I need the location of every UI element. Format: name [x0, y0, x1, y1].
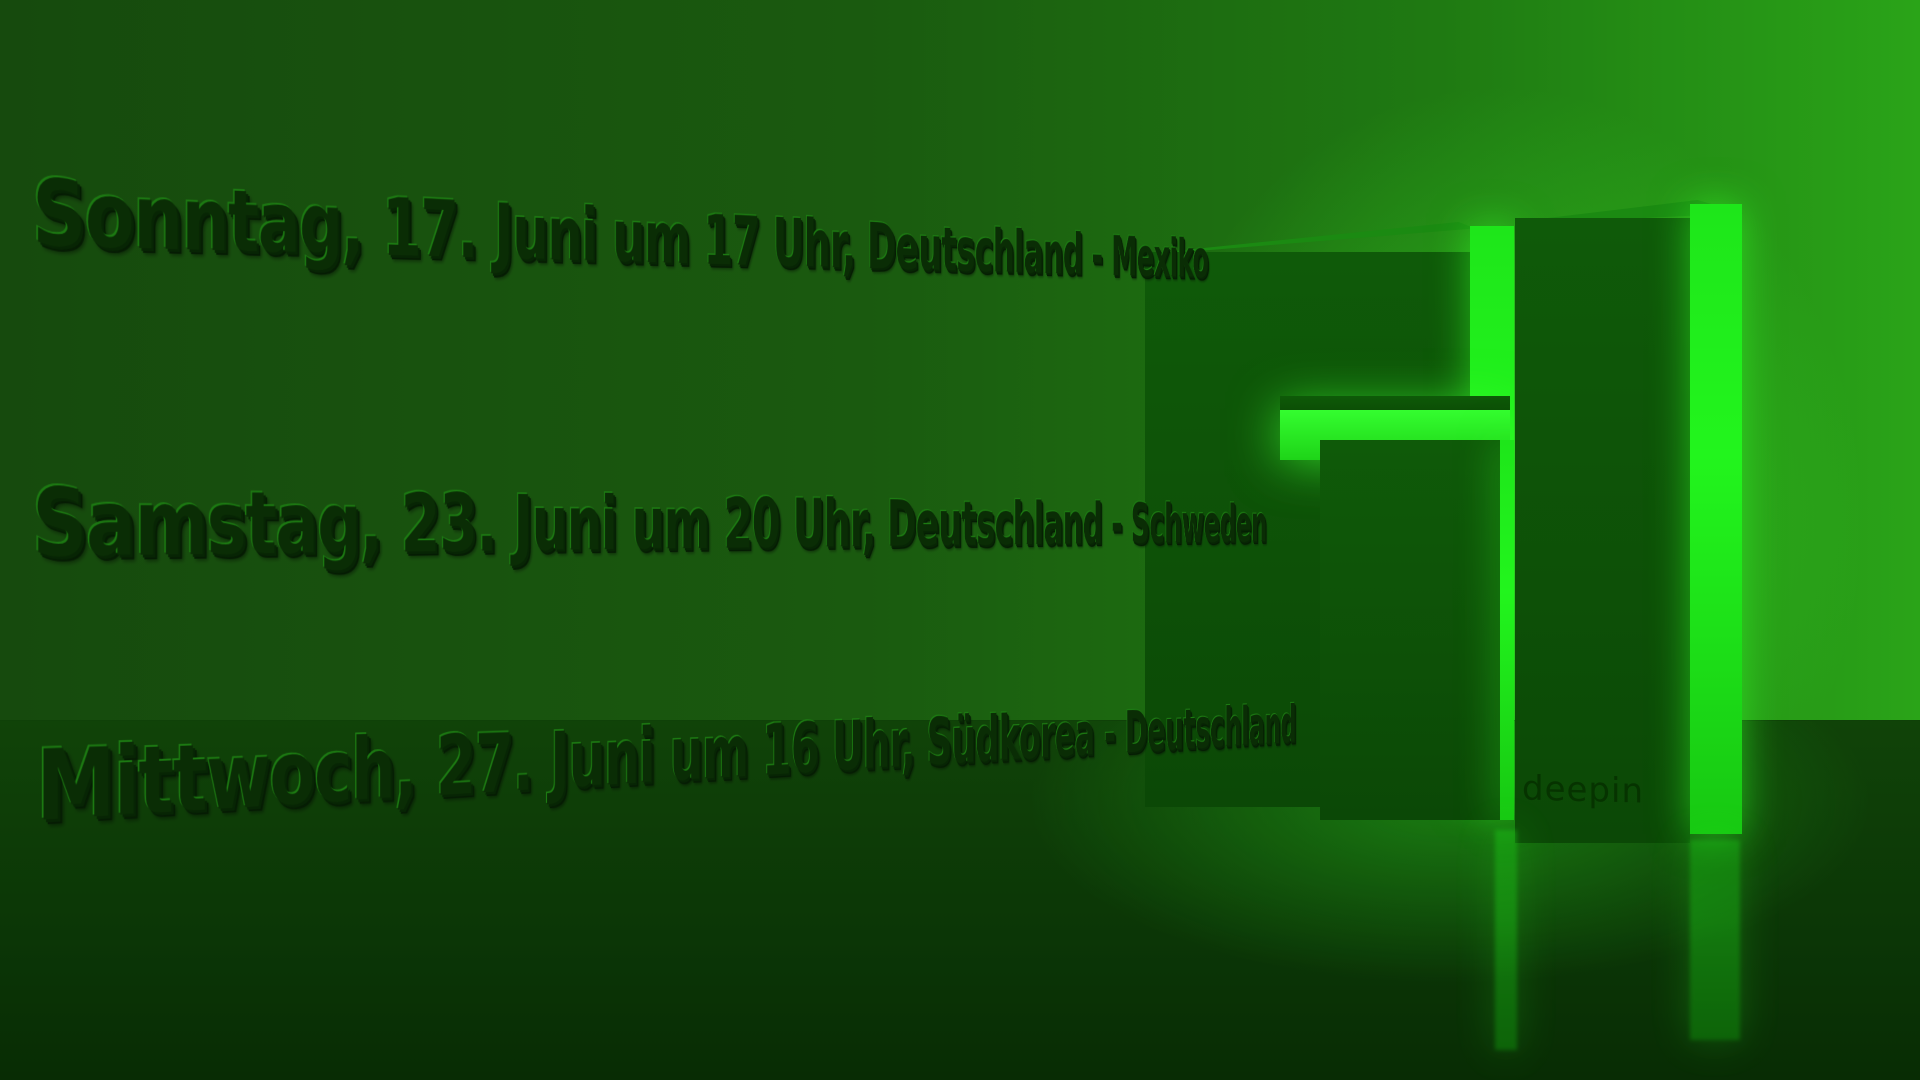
logo-bridge [1280, 396, 1510, 410]
deepin-logo-text: deepin [1522, 768, 1644, 812]
schedule-line-1: Sonntag, 17. Juni um 17 Uhr, Deutschland… [32, 160, 1209, 290]
schedule-line-2: Samstag, 23. Juni um 20 Uhr, Deutschland… [32, 470, 1267, 579]
desktop-wallpaper: deepin Sonntag, 17. Juni um 17 Uhr, Deut… [0, 0, 1920, 1080]
